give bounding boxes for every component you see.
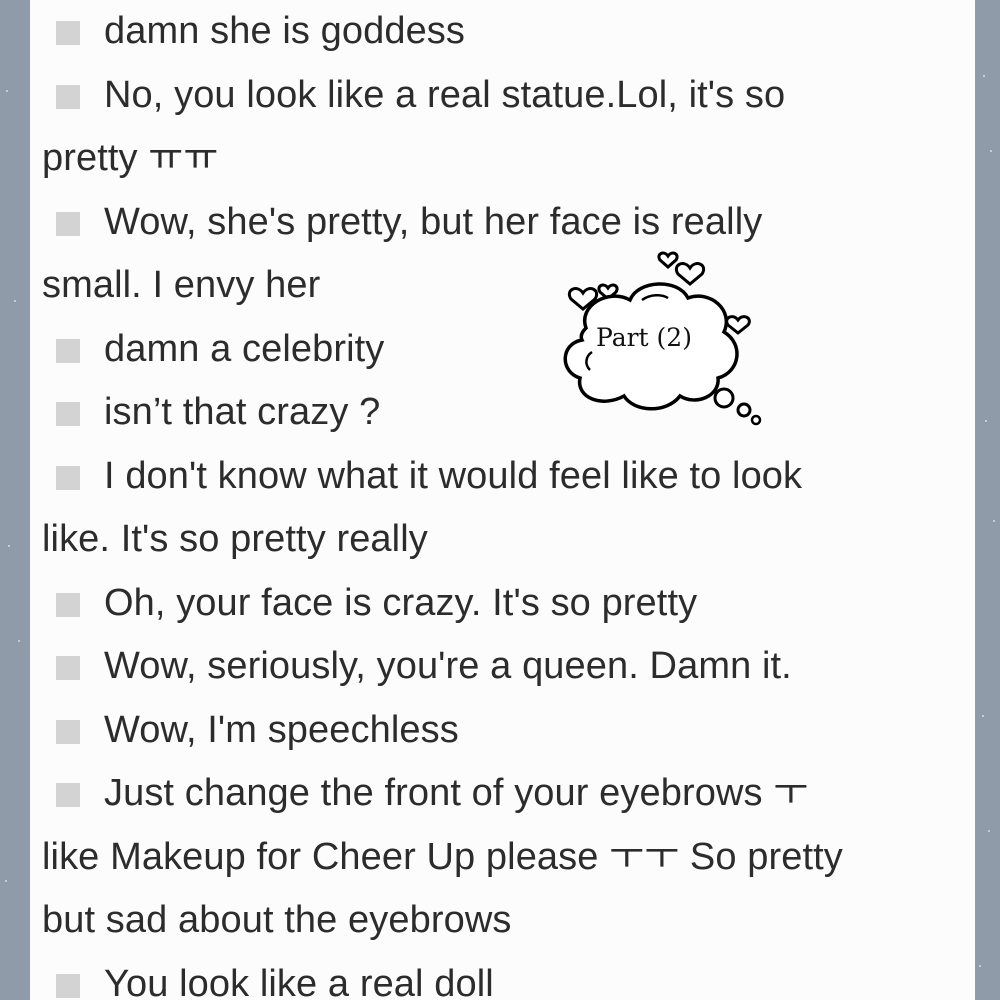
note-sheet: damn she is goddess No, you look like a r… (30, 0, 975, 1000)
square-bullet-icon (56, 973, 80, 998)
speckle (6, 90, 8, 92)
comment-text: small. I envy her (42, 264, 321, 306)
speckle (979, 965, 981, 967)
comment-line: isn’t that crazy ? (42, 381, 972, 445)
comment-text: but sad about the eyebrows (42, 899, 512, 941)
comment-text: like Makeup for Cheer Up please ㅜㅜ So pr… (42, 835, 843, 878)
comment-list: damn she is goddess No, you look like a r… (42, 0, 972, 1000)
comment-text: like. It's so pretty really (42, 518, 428, 560)
speckle (993, 520, 995, 522)
square-bullet-icon (56, 338, 80, 363)
bubble-dot (750, 414, 762, 426)
comment-line: No, you look like a real statue.Lol, it'… (42, 64, 972, 128)
bubble-dot (713, 387, 735, 409)
comment-line: You look like a real doll (42, 953, 972, 1000)
square-bullet-icon (56, 592, 80, 617)
part-label: Part (2) (596, 323, 692, 352)
comment-text: damn a celebrity (104, 327, 385, 370)
speckle (983, 75, 985, 77)
speckle (990, 150, 992, 152)
comment-continuation: pretty ㅠㅠ (42, 127, 972, 191)
speckle (18, 640, 20, 642)
comment-line: Wow, I'm speechless (42, 699, 972, 763)
heart-icon (675, 262, 705, 286)
comment-line: Oh, your face is crazy. It's so pretty (42, 572, 972, 636)
square-bullet-icon (56, 465, 80, 490)
comment-continuation: small. I envy her (42, 254, 972, 318)
comment-line: Wow, she's pretty, but her face is reall… (42, 191, 972, 255)
heart-icon (657, 251, 679, 269)
square-bullet-icon (56, 84, 80, 109)
speckle (982, 715, 984, 717)
comment-text: Wow, I'm speechless (104, 708, 459, 751)
speckle (14, 300, 16, 302)
comment-text: damn she is goddess (104, 10, 466, 52)
comment-text: Wow, she's pretty, but her face is reall… (104, 200, 763, 243)
square-bullet-icon (56, 783, 80, 807)
comment-text: I don't know what it would feel like to … (104, 454, 803, 497)
speckle (988, 830, 990, 832)
comment-line: damn a celebrity (42, 318, 972, 382)
square-bullet-icon (56, 719, 80, 744)
square-bullet-icon (56, 211, 80, 236)
square-bullet-icon (56, 656, 80, 680)
comment-text: You look like a real doll (104, 962, 494, 1000)
comment-text: isn’t that crazy ? (104, 391, 381, 433)
comment-text: Oh, your face is crazy. It's so pretty (104, 581, 698, 624)
comment-continuation: but sad about the eyebrows (42, 889, 972, 953)
square-bullet-icon (56, 21, 80, 45)
comment-text: Wow, seriously, you're a queen. Damn it. (104, 645, 792, 687)
part-cloud-sticker: Part (2) (563, 251, 762, 426)
comment-line: Wow, seriously, you're a queen. Damn it. (42, 635, 972, 699)
speckle (985, 420, 987, 422)
comment-line: damn she is goddess (42, 0, 972, 64)
bubble-dot (736, 402, 752, 418)
heart-icon (725, 315, 751, 335)
comment-continuation: like. It's so pretty really (42, 508, 972, 572)
square-bullet-icon (56, 402, 80, 426)
comment-text: No, you look like a real statue.Lol, it'… (104, 73, 786, 116)
comment-line: Just change the front of your eyebrows ㅜ (42, 762, 972, 826)
speckle (5, 880, 7, 882)
comment-line: I don't know what it would feel like to … (42, 445, 972, 509)
speckle (8, 545, 10, 547)
comment-text: Just change the front of your eyebrows ㅜ (104, 772, 809, 814)
comment-continuation: like Makeup for Cheer Up please ㅜㅜ So pr… (42, 826, 972, 890)
comment-text: pretty ㅠㅠ (42, 137, 219, 179)
